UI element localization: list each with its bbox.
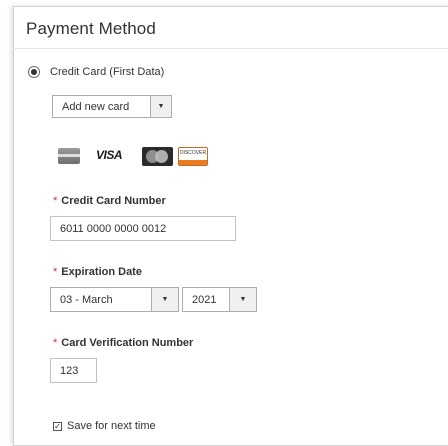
required-marker: *	[53, 337, 58, 349]
card-number-label-text: Credit Card Number	[61, 195, 166, 207]
visa-icon: VISA	[96, 148, 123, 162]
save-card-checkbox[interactable]: ✓	[53, 422, 62, 431]
discover-icon: DISCOVER	[178, 147, 208, 166]
cvv-input[interactable]: 123	[50, 358, 97, 383]
credit-card-radio[interactable]	[28, 66, 40, 78]
cvv-label: * Card Verification Number	[53, 337, 193, 349]
expiration-year-value: 2021	[192, 294, 217, 306]
expiration-date-label: * Expiration Date	[53, 266, 142, 278]
chevron-down-icon[interactable]: ▼	[150, 96, 171, 117]
card-number-input[interactable]: 6011 0000 0000 0012	[50, 216, 236, 241]
page-title: Payment Method	[26, 19, 156, 38]
saved-card-select[interactable]: Add new card ▼	[52, 95, 172, 118]
expiration-month-select[interactable]: 03 - March ▼	[50, 287, 179, 312]
save-card-label[interactable]: Save for next time	[67, 420, 156, 432]
amex-icon	[58, 148, 80, 164]
saved-card-select-value: Add new card	[62, 101, 130, 113]
credit-card-radio-label[interactable]: Credit Card (First Data)	[50, 66, 164, 78]
card-number-label: * Credit Card Number	[53, 195, 166, 207]
chevron-down-icon[interactable]: ▼	[229, 288, 256, 311]
cvv-label-text: Card Verification Number	[61, 337, 194, 349]
chevron-down-icon[interactable]: ▼	[151, 288, 178, 311]
expiration-date-label-text: Expiration Date	[61, 266, 142, 278]
mastercard-icon	[142, 147, 173, 166]
title-divider	[13, 48, 448, 49]
radio-selected-dot	[31, 69, 37, 75]
required-marker: *	[53, 266, 58, 278]
expiration-month-value: 03 - March	[60, 294, 113, 306]
required-marker: *	[53, 195, 58, 207]
mastercard-circle-right	[155, 150, 168, 163]
expiration-year-select[interactable]: 2021 ▼	[182, 287, 257, 312]
